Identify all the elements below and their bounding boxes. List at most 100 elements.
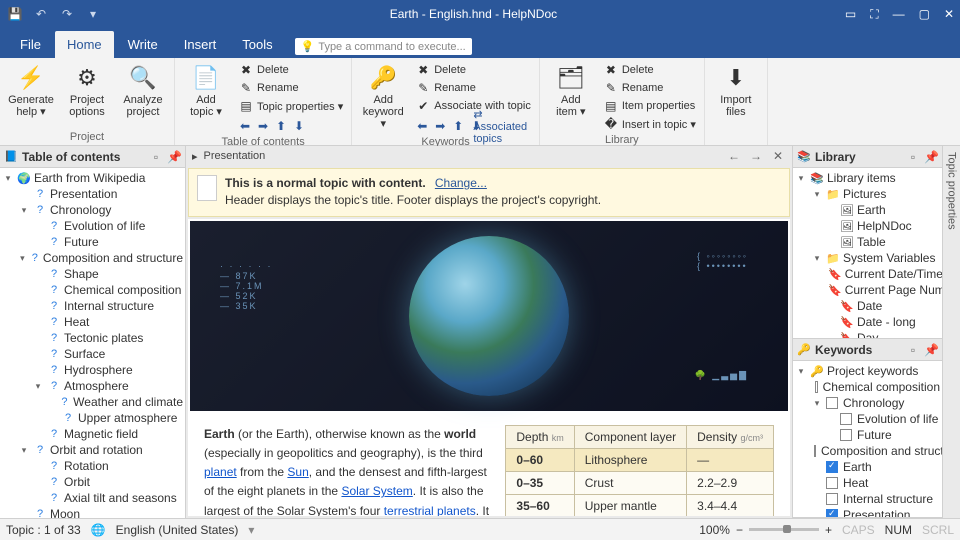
- status-language[interactable]: English (United States): [116, 523, 239, 537]
- panel-pin-icon[interactable]: ▫: [906, 150, 920, 164]
- zoom-in-icon[interactable]: +: [825, 523, 832, 537]
- tree-node[interactable]: ?Orbit: [0, 474, 185, 490]
- checkbox[interactable]: [840, 413, 852, 425]
- checkbox[interactable]: [815, 381, 818, 393]
- zoom-out-icon[interactable]: −: [736, 523, 743, 537]
- tree-node[interactable]: 🔖Day: [793, 330, 942, 338]
- redo-icon[interactable]: ↷: [58, 5, 76, 23]
- checkbox[interactable]: [840, 429, 852, 441]
- checkbox[interactable]: [826, 477, 838, 489]
- tree-node[interactable]: Composition and structure: [793, 443, 942, 459]
- tree-node[interactable]: ?Chemical composition: [0, 282, 185, 298]
- panel-close-icon[interactable]: 📌: [167, 150, 181, 164]
- tree-node[interactable]: Internal structure: [793, 491, 942, 507]
- tree-node[interactable]: ?Magnetic field: [0, 426, 185, 442]
- ribbon-analyze-project[interactable]: 🔍Analyzeproject: [118, 62, 168, 120]
- toc-tree[interactable]: ▾🌍Earth from Wikipedia?Presentation▾?Chr…: [0, 168, 185, 518]
- tree-root[interactable]: ▾🌍Earth from Wikipedia: [0, 170, 185, 186]
- tree-root[interactable]: ▾🔑Project keywords: [793, 363, 942, 379]
- panel-close-icon[interactable]: 📌: [924, 343, 938, 357]
- tree-node[interactable]: Future: [793, 427, 942, 443]
- close-icon[interactable]: ✕: [944, 7, 954, 22]
- ribbon--rename[interactable]: ✎Rename: [414, 80, 533, 96]
- library-tree[interactable]: ▾📚Library items▾📁Pictures🖼Earth🖼HelpNDoc…: [793, 168, 942, 338]
- notice-change-link[interactable]: Change...: [435, 176, 487, 190]
- ribbon-add-topic-[interactable]: 📄Addtopic ▾: [181, 62, 231, 120]
- tree-node[interactable]: ▾?Chronology: [0, 202, 185, 218]
- ribbon-project-options[interactable]: ⚙Projectoptions: [62, 62, 112, 120]
- fullscreen-icon[interactable]: ⛶: [870, 7, 878, 22]
- ribbon-minimize-icon[interactable]: ▭: [845, 7, 856, 22]
- tree-node[interactable]: ▾Chronology: [793, 395, 942, 411]
- checkbox[interactable]: [826, 509, 838, 517]
- move-arrow[interactable]: ⬅: [414, 118, 430, 134]
- move-arrow[interactable]: ⬆: [450, 118, 466, 134]
- zoom-slider[interactable]: [749, 528, 819, 531]
- maximize-icon[interactable]: ▢: [919, 7, 930, 22]
- tree-node[interactable]: Presentation: [793, 507, 942, 517]
- zoom-control[interactable]: 100% − +: [699, 523, 832, 537]
- tree-node[interactable]: ?Presentation: [0, 186, 185, 202]
- keywords-tree[interactable]: ▾🔑Project keywordsChemical composition▾C…: [793, 361, 942, 517]
- tree-node[interactable]: ?Surface: [0, 346, 185, 362]
- ribbon--insert-in-topic-[interactable]: � Insert in topic ▾: [602, 116, 698, 132]
- tree-node[interactable]: ?Rotation: [0, 458, 185, 474]
- tree-node[interactable]: 🔖Current Page Number: [793, 282, 942, 298]
- status-lang-icon[interactable]: 🌐: [91, 523, 106, 537]
- tree-node[interactable]: 🖼HelpNDoc: [793, 218, 942, 234]
- tree-node[interactable]: ?Upper atmosphere: [0, 410, 185, 426]
- tree-node[interactable]: ?Weather and climate: [0, 394, 185, 410]
- tree-node[interactable]: ▾?Atmosphere: [0, 378, 185, 394]
- tree-node[interactable]: ?Hydrosphere: [0, 362, 185, 378]
- move-arrow[interactable]: ⬆: [273, 118, 289, 134]
- tree-node[interactable]: 🔖Date - long: [793, 314, 942, 330]
- minimize-icon[interactable]: —: [893, 7, 905, 22]
- tab-tools[interactable]: Tools: [230, 31, 284, 58]
- tell-me-search[interactable]: 💡Type a command to execute...: [295, 38, 472, 55]
- ribbon-import-files[interactable]: ⬇Importfiles: [711, 62, 761, 120]
- move-arrow[interactable]: ⬅: [237, 118, 253, 134]
- tab-insert[interactable]: Insert: [172, 31, 229, 58]
- undo-icon[interactable]: ↶: [32, 5, 50, 23]
- save-icon[interactable]: 💾: [6, 5, 24, 23]
- qat-more-icon[interactable]: ▾: [84, 5, 102, 23]
- tree-node[interactable]: ?Future: [0, 234, 185, 250]
- ribbon--rename[interactable]: ✎Rename: [237, 80, 345, 96]
- move-arrow[interactable]: ➡: [432, 118, 448, 134]
- tree-node[interactable]: 🔖Date: [793, 298, 942, 314]
- tree-node[interactable]: Heat: [793, 475, 942, 491]
- tree-node[interactable]: ?Axial tilt and seasons: [0, 490, 185, 506]
- tree-node[interactable]: ?Internal structure: [0, 298, 185, 314]
- tree-node[interactable]: ▾📁System Variables: [793, 250, 942, 266]
- ribbon--rename[interactable]: ✎Rename: [602, 80, 698, 96]
- tree-node[interactable]: ▾?Orbit and rotation: [0, 442, 185, 458]
- tree-node[interactable]: Evolution of life: [793, 411, 942, 427]
- tree-node[interactable]: ?Evolution of life: [0, 218, 185, 234]
- ribbon--delete[interactable]: ✖Delete: [414, 62, 533, 78]
- tree-node[interactable]: Chemical composition: [793, 379, 942, 395]
- nav-forward-icon[interactable]: →: [748, 149, 764, 163]
- checkbox[interactable]: [826, 397, 838, 409]
- panel-pin-icon[interactable]: ▫: [149, 150, 163, 164]
- ribbon--delete[interactable]: ✖Delete: [237, 62, 345, 78]
- checkbox[interactable]: [814, 445, 816, 457]
- ribbon-add-keyword-[interactable]: 🔑Addkeyword ▾: [358, 62, 408, 132]
- ribbon--item-properties[interactable]: ▤Item properties: [602, 98, 698, 114]
- tree-node[interactable]: 🖼Earth: [793, 202, 942, 218]
- panel-close-icon[interactable]: 📌: [924, 150, 938, 164]
- checkbox[interactable]: [826, 461, 838, 473]
- ribbon--delete[interactable]: ✖Delete: [602, 62, 698, 78]
- article-body[interactable]: Earth (or the Earth), otherwise known as…: [204, 425, 489, 516]
- topic-editor[interactable]: · · · · · ·— 87K— 7.1M— 52K— 35K { ◦◦◦◦◦…: [188, 219, 790, 516]
- topic-properties-tab[interactable]: Topic properties: [942, 146, 960, 518]
- tab-file[interactable]: File: [8, 31, 53, 58]
- tree-node[interactable]: ▾?Composition and structure: [0, 250, 185, 266]
- tree-node[interactable]: 🖼Table: [793, 234, 942, 250]
- tree-node[interactable]: Earth: [793, 459, 942, 475]
- nav-back-icon[interactable]: ←: [726, 149, 742, 163]
- tree-node[interactable]: ?Shape: [0, 266, 185, 282]
- move-arrow[interactable]: ➡: [255, 118, 271, 134]
- tree-node[interactable]: 🔖Current Date/Time: [793, 266, 942, 282]
- ribbon-generate-help-[interactable]: ⚡Generatehelp ▾: [6, 62, 56, 120]
- ribbon-add-item-[interactable]: 🗂Additem ▾: [546, 62, 596, 120]
